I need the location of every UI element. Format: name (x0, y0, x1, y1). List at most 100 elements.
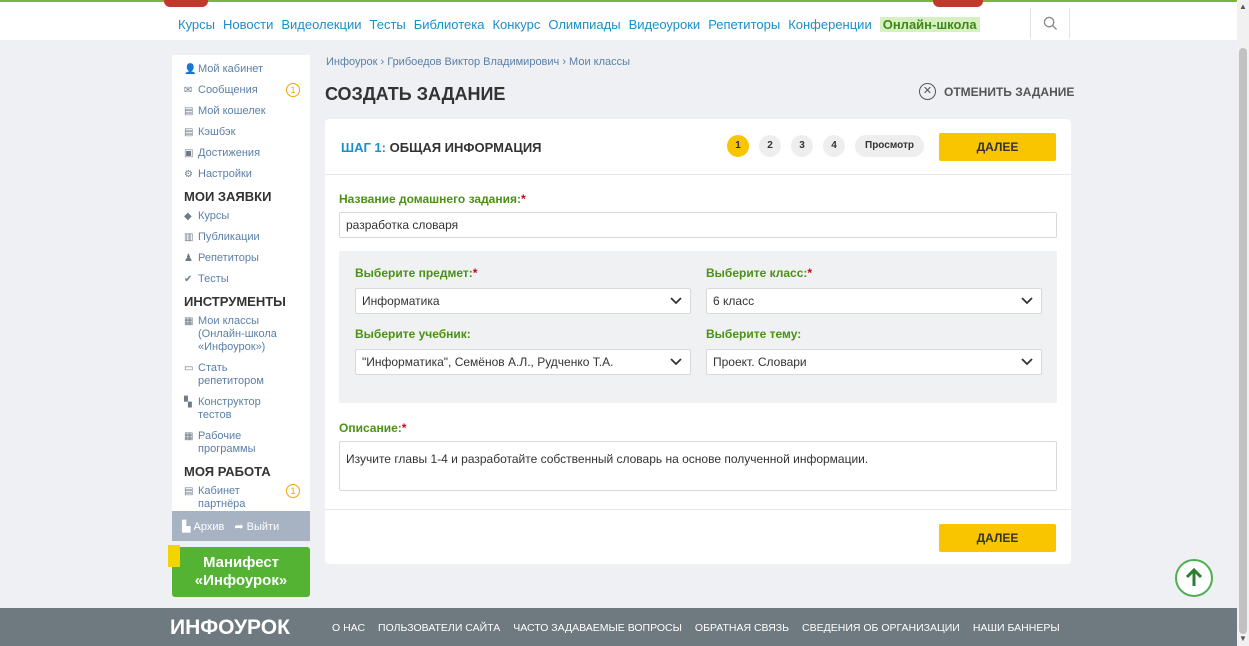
sidebar-item-test-builder[interactable]: ▚ Конструктор тестов (184, 396, 310, 422)
footer-logo[interactable]: ИНФОУРОК (170, 616, 290, 640)
sidebar-item-achievements[interactable]: ▣ Достижения (184, 147, 310, 160)
nav-item-online-school[interactable]: Онлайн-школа (879, 17, 980, 32)
manifest-banner[interactable]: Манифест «Инфоурок» (168, 545, 310, 597)
scroll-down-icon[interactable]: ▼ (1239, 634, 1247, 643)
graduation-icon: ◆ (184, 211, 192, 222)
archive-button[interactable]: ▙ Архив (182, 520, 224, 533)
sidebar-item-publications[interactable]: ▥ Публикации (184, 231, 310, 244)
footer-link-about[interactable]: О НАС (332, 622, 365, 634)
sidebar-item-my-cabinet[interactable]: 👤 Мой кабинет (184, 63, 310, 76)
search-button[interactable] (1030, 8, 1070, 38)
textbook-value: "Информатика", Семёнов А.Л., Рудченко Т.… (362, 355, 614, 369)
page-scrollbar[interactable]: ▲ ▼ (1237, 0, 1249, 646)
count-badge: 1 (286, 83, 300, 97)
class-select[interactable]: 6 класс (706, 288, 1042, 314)
sidebar-item-label: Мой кабинет (198, 63, 264, 75)
gear-icon: ⚙ (184, 169, 193, 180)
sidebar-heading-requests: МОИ ЗАЯВКИ (184, 189, 272, 204)
description-label: Описание:* (339, 421, 406, 435)
nav-item-conferences[interactable]: Конференции (788, 17, 872, 32)
manifest-line2: «Инфоурок» (194, 572, 288, 589)
breadcrumb[interactable]: Инфоурок › Грибоедов Виктор Владимирович… (326, 56, 630, 68)
nav-item-olympiads[interactable]: Олимпиады (548, 17, 620, 32)
sidebar: 👤 Мой кабинет ✉ Сообщения 1 ▤ Мой кошелек ▤ К… (172, 55, 310, 511)
nav-item-contest[interactable]: Конкурс (492, 17, 540, 32)
required-mark: * (401, 421, 407, 435)
check-icon: ✔ (184, 274, 193, 285)
footer-link-faq[interactable]: ЧАСТО ЗАДАВАЕМЫЕ ВОПРОСЫ (513, 622, 682, 634)
scroll-up-icon[interactable]: ▲ (1239, 2, 1247, 11)
step-name: ОБЩАЯ ИНФОРМАЦИЯ (389, 140, 542, 155)
required-mark: * (472, 266, 478, 280)
step-4[interactable]: 4 (823, 135, 845, 157)
nav-item-library[interactable]: Библиотека (414, 17, 485, 32)
subject-select[interactable]: Информатика (355, 288, 691, 314)
archive-label: Архив (193, 520, 225, 533)
scrollbar-thumb[interactable] (1239, 48, 1247, 634)
trophy-icon: ▣ (184, 148, 194, 159)
step-1[interactable]: 1 (727, 135, 749, 157)
logout-icon: ➦ (234, 520, 244, 533)
nav-menu: Курсы Новости Видеолекции Тесты Библиоте… (178, 17, 980, 32)
next-button-top[interactable]: ДАЛЕЕ (939, 133, 1056, 161)
classes-icon: ▦ (184, 316, 194, 327)
textbook-select[interactable]: "Информатика", Семёнов А.Л., Рудченко Т.… (355, 349, 691, 375)
footer-link-organization[interactable]: СВЕДЕНИЯ ОБ ОРГАНИЗАЦИИ (802, 622, 960, 634)
topic-select[interactable]: Проект. Словари (706, 349, 1042, 375)
sidebar-item-tests[interactable]: ✔ Тесты (184, 273, 310, 286)
step-title: ШАГ 1: ОБЩАЯ ИНФОРМАЦИЯ (341, 140, 542, 155)
sidebar-item-become-tutor[interactable]: ▭ Стать репетитором (184, 362, 310, 388)
sidebar-item-courses[interactable]: ◆ Курсы (184, 210, 310, 223)
logout-button[interactable]: ➦ Выйти (234, 520, 279, 533)
archive-icon: ▙ (182, 520, 191, 533)
label-text: Название домашнего задания: (339, 192, 521, 206)
description-textarea[interactable]: Изучите главы 1-4 и разработайте собстве… (339, 441, 1057, 491)
label-text: Выберите предмет: (355, 266, 473, 280)
sidebar-item-work-programs[interactable]: ▦ Рабочие программы (184, 430, 310, 456)
footer-link-banners[interactable]: НАШИ БАННЕРЫ (973, 622, 1060, 634)
sidebar-item-label: Сообщения (198, 84, 258, 96)
hw-name-label: Название домашнего задания:* (339, 192, 526, 206)
banner-tab (168, 545, 180, 567)
sidebar-item-my-classes[interactable]: ▦ Мои классы (Онлайн-школа «Инфоурок») (184, 315, 310, 354)
page-title: СОЗДАТЬ ЗАДАНИЕ (325, 84, 506, 104)
required-mark: * (807, 266, 813, 280)
step-3[interactable]: 3 (791, 135, 813, 157)
nav-item-courses[interactable]: Курсы (178, 17, 215, 32)
footer-link-feedback[interactable]: ОБРАТНАЯ СВЯЗЬ (695, 622, 789, 634)
board-icon: ▭ (184, 363, 194, 374)
card-divider (325, 509, 1071, 510)
sidebar-item-wallet[interactable]: ▤ Мой кошелек (184, 105, 310, 118)
subject-label: Выберите предмет:* (355, 266, 477, 280)
sidebar-item-label: Конструктор тестов (198, 396, 261, 421)
nav-item-videolessons[interactable]: Видеоуроки (629, 17, 701, 32)
step-indicator: 1 2 3 4 Просмотр (727, 135, 924, 157)
sidebar-item-cashback[interactable]: ▤ Кэшбэк (184, 126, 310, 139)
class-label: Выберите класс:* (706, 266, 812, 280)
next-button-bottom[interactable]: ДАЛЕЕ (939, 524, 1056, 552)
sidebar-item-settings[interactable]: ⚙ Настройки (184, 168, 310, 181)
class-value: 6 класс (713, 294, 755, 308)
book-icon: ▥ (184, 232, 194, 243)
sidebar-item-partner-cabinet[interactable]: ▤ Кабинет партнёра 1 (184, 484, 310, 511)
cancel-task-button[interactable]: ✕ ОТМЕНИТЬ ЗАДАНИЕ (919, 83, 1074, 100)
nav-badge (164, 0, 208, 7)
logout-label: Выйти (246, 520, 280, 533)
step-2[interactable]: 2 (759, 135, 781, 157)
sidebar-item-tutors[interactable]: ♟ Репетиторы (184, 252, 310, 265)
nav-item-videolectures[interactable]: Видеолекции (281, 17, 361, 32)
scroll-to-top-button[interactable] (1175, 559, 1213, 597)
calendar-icon: ▦ (184, 431, 194, 442)
sidebar-item-label: Кабинет партнёра (198, 485, 246, 510)
mail-icon: ✉ (184, 85, 193, 96)
hw-name-input[interactable]: разработка словаря (339, 212, 1057, 238)
grid-icon: ▚ (184, 397, 192, 408)
nav-item-tutors[interactable]: Репетиторы (708, 17, 780, 32)
footer-link-users[interactable]: ПОЛЬЗОВАТЕЛИ САЙТА (378, 622, 500, 634)
chevron-down-icon (670, 297, 682, 305)
preview-step[interactable]: Просмотр (855, 135, 924, 157)
nav-item-news[interactable]: Новости (223, 17, 273, 32)
sidebar-item-messages[interactable]: ✉ Сообщения 1 (184, 83, 310, 97)
nav-item-tests[interactable]: Тесты (370, 17, 406, 32)
sidebar-heading-tools: ИНСТРУМЕНТЫ (184, 294, 286, 309)
